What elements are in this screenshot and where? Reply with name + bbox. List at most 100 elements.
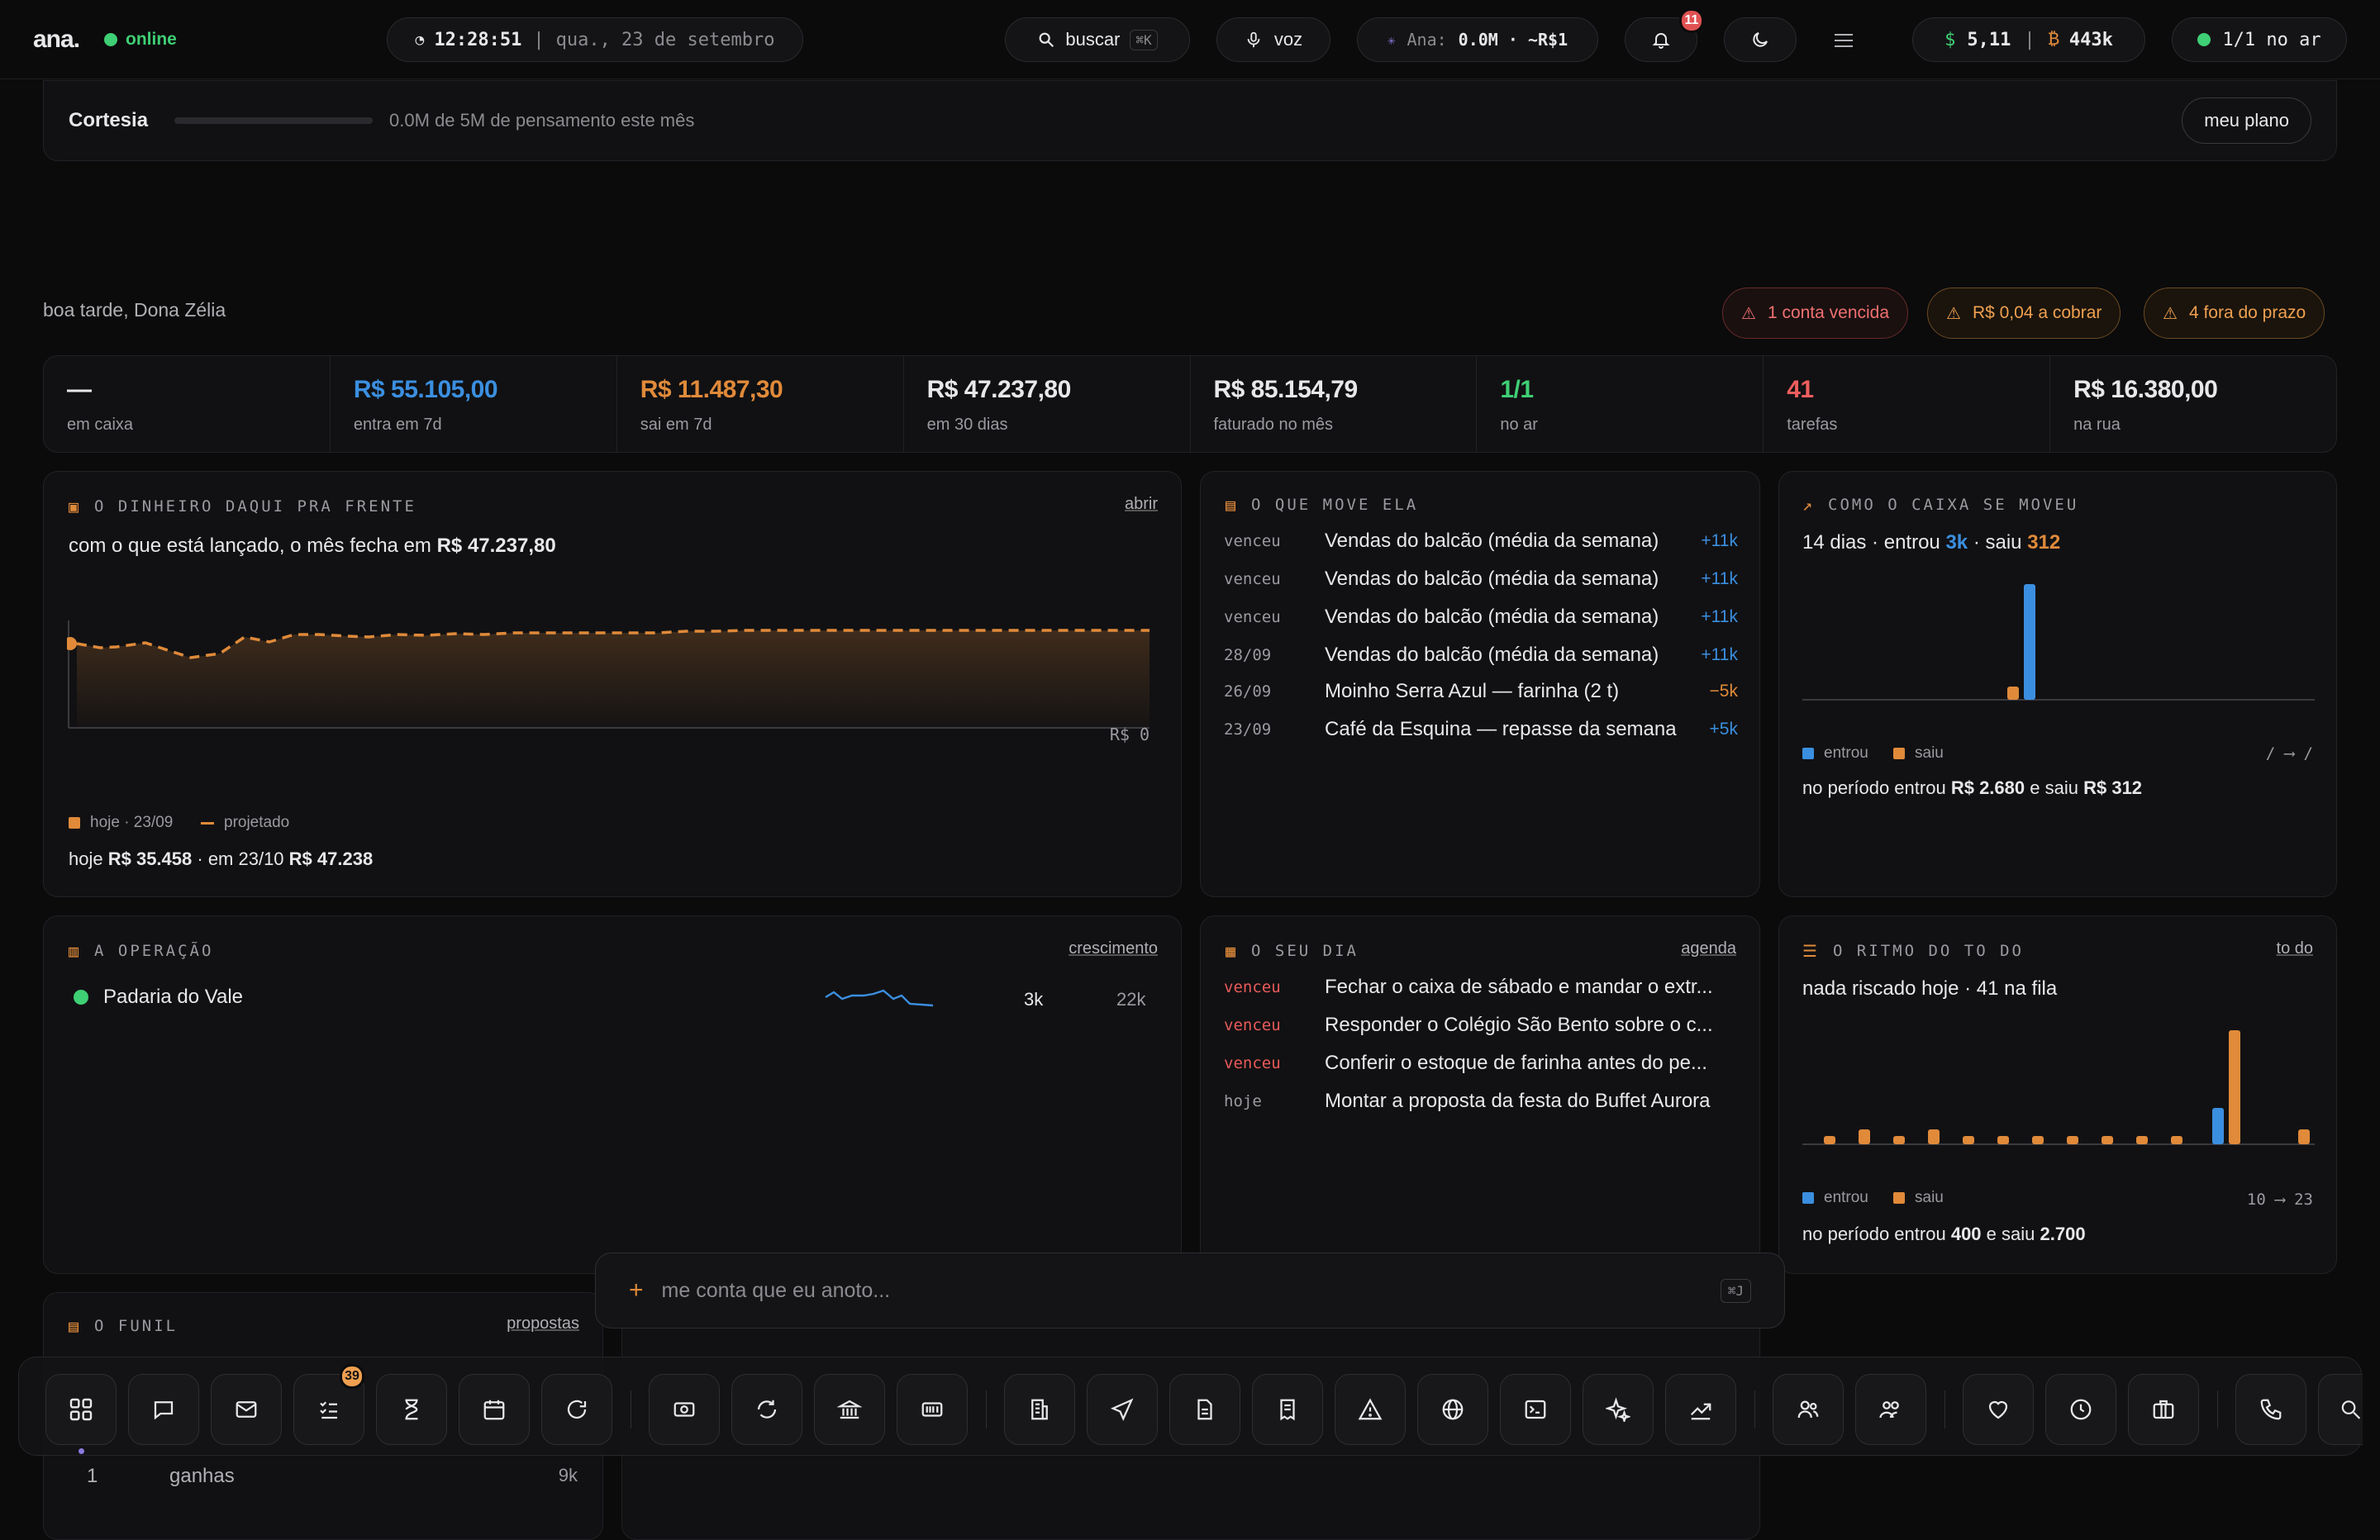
menu-button[interactable] bbox=[1835, 28, 1859, 53]
mover-row[interactable]: venceu Vendas do balcão (média da semana)… bbox=[1224, 530, 1738, 553]
day-task-row[interactable]: venceu Fechar o caixa de sábado e mandar … bbox=[1224, 976, 1738, 999]
dock-refresh[interactable] bbox=[541, 1374, 612, 1445]
dock-history[interactable] bbox=[2045, 1374, 2116, 1445]
operation-business-row[interactable]: Padaria do Vale bbox=[74, 986, 243, 1009]
todo-bar-out[interactable] bbox=[1928, 1129, 1940, 1144]
dock-alerts[interactable] bbox=[1335, 1374, 1406, 1445]
dock-send[interactable] bbox=[1087, 1374, 1158, 1445]
day-section-title: ▦ O SEU DIA bbox=[1226, 941, 1359, 961]
todo-bar-out[interactable] bbox=[2229, 1030, 2240, 1144]
cashflow-bar-in[interactable] bbox=[2024, 584, 2035, 700]
dock-terminal[interactable] bbox=[1500, 1374, 1571, 1445]
todo-bar-out[interactable] bbox=[2298, 1129, 2310, 1144]
kpi-label: em caixa bbox=[67, 416, 134, 434]
day-agenda-link[interactable]: agenda bbox=[1681, 939, 1736, 958]
forecast-headline: com o que está lançado, o mês fecha em R… bbox=[69, 535, 556, 558]
dock-transfers[interactable] bbox=[731, 1374, 802, 1445]
balance-usd: 5,11 bbox=[1967, 29, 2011, 50]
todo-bar-out[interactable] bbox=[2067, 1136, 2078, 1144]
kpi-tasks[interactable]: 41 tarefas bbox=[1764, 356, 2051, 452]
dock-cash[interactable] bbox=[649, 1374, 720, 1445]
dock-voice-search[interactable] bbox=[2318, 1374, 2363, 1445]
todo-bar-out[interactable] bbox=[2102, 1136, 2113, 1144]
day-task-row[interactable]: venceu Responder o Colégio São Bento sobr… bbox=[1224, 1014, 1738, 1037]
todo-link[interactable]: to do bbox=[2277, 939, 2313, 958]
cashflow-footer-in: R$ 2.680 bbox=[1950, 777, 2025, 798]
todo-bar-out[interactable] bbox=[1859, 1129, 1870, 1144]
alert-to-collect[interactable]: ⚠ R$ 0,04 a cobrar bbox=[1927, 288, 2121, 339]
air-status-pill[interactable]: 1/1 no ar bbox=[2172, 17, 2347, 62]
kpi-30-days[interactable]: R$ 47.237,80 em 30 dias bbox=[904, 356, 1191, 452]
dock-contacts[interactable] bbox=[1773, 1374, 1844, 1445]
dock-chat[interactable] bbox=[128, 1374, 199, 1445]
theme-toggle[interactable] bbox=[1724, 17, 1797, 62]
kpi-on-air[interactable]: 1/1 no ar bbox=[1477, 356, 1764, 452]
dock-work[interactable] bbox=[2128, 1374, 2199, 1445]
mover-row[interactable]: 26/09 Moinho Serra Azul — farinha (2 t) −5… bbox=[1224, 680, 1738, 703]
dock-company[interactable] bbox=[1004, 1374, 1075, 1445]
warning-icon: ⚠ bbox=[2163, 304, 2178, 323]
operation-growth-link[interactable]: crescimento bbox=[1069, 939, 1158, 958]
dock-mail[interactable] bbox=[211, 1374, 282, 1445]
kpi-receivable[interactable]: R$ 16.380,00 na rua bbox=[2050, 356, 2336, 452]
mover-name: Vendas do balcão (média da semana) bbox=[1325, 644, 1659, 666]
search-shortcut: ⌘K bbox=[1130, 29, 1158, 50]
clock-date: qua., 23 de setembro bbox=[555, 29, 775, 50]
dock-dashboard[interactable] bbox=[45, 1374, 117, 1445]
dock-growth[interactable] bbox=[1665, 1374, 1736, 1445]
voice-button[interactable]: voz bbox=[1216, 17, 1330, 62]
dock-documents[interactable] bbox=[1169, 1374, 1240, 1445]
dock-invoices[interactable] bbox=[1252, 1374, 1323, 1445]
ana-usage-pill[interactable]: ✳ Ana: 0.0M · ~R$1 bbox=[1357, 17, 1598, 62]
dock-ai[interactable] bbox=[1583, 1374, 1654, 1445]
app-logo[interactable]: ana. bbox=[33, 26, 80, 54]
quick-note-input[interactable]: + me conta que eu anoto... ⌘J bbox=[595, 1252, 1785, 1328]
cashflow-bar-out[interactable] bbox=[2007, 687, 2019, 700]
day-task-row[interactable]: hoje Montar a proposta da festa do Buffet… bbox=[1224, 1090, 1738, 1113]
dock-barcode[interactable] bbox=[897, 1374, 968, 1445]
search-button[interactable]: buscar ⌘K bbox=[1005, 17, 1190, 62]
forecast-today-marker[interactable] bbox=[67, 637, 77, 650]
dock-phone[interactable] bbox=[2235, 1374, 2306, 1445]
mover-row[interactable]: venceu Vendas do balcão (média da semana)… bbox=[1224, 568, 1738, 591]
dock-calendar[interactable] bbox=[459, 1374, 530, 1445]
todo-bar-in[interactable] bbox=[2212, 1108, 2224, 1144]
todo-bar-out[interactable] bbox=[1893, 1136, 1905, 1144]
mover-row[interactable]: venceu Vendas do balcão (média da semana)… bbox=[1224, 606, 1738, 629]
todo-bar-out[interactable] bbox=[2136, 1136, 2148, 1144]
dock-team[interactable] bbox=[1855, 1374, 1926, 1445]
mover-row[interactable]: 28/09 Vendas do balcão (média da semana) +… bbox=[1224, 644, 1738, 667]
dock-separator bbox=[1944, 1390, 1945, 1428]
balance-pill[interactable]: $ 5,11 | ₿ 443k bbox=[1912, 17, 2145, 62]
todo-bar-out[interactable] bbox=[2032, 1136, 2044, 1144]
dock-web[interactable] bbox=[1417, 1374, 1488, 1445]
kpi-billed-month[interactable]: R$ 85.154,79 faturado no mês bbox=[1191, 356, 1478, 452]
kpi-incoming-7d[interactable]: R$ 55.105,00 entra em 7d bbox=[331, 356, 617, 452]
todo-bar-out[interactable] bbox=[1963, 1136, 1974, 1144]
dock-timer[interactable] bbox=[376, 1374, 447, 1445]
todo-bar-out[interactable] bbox=[1997, 1136, 2009, 1144]
money-icon: ▣ bbox=[69, 497, 82, 516]
alert-overdue-account[interactable]: ⚠ 1 conta vencida bbox=[1722, 288, 1909, 339]
alert-late[interactable]: ⚠ 4 fora do prazo bbox=[2144, 288, 2325, 339]
checklist-icon: ☰ bbox=[1802, 941, 1820, 961]
my-plan-button[interactable]: meu plano bbox=[2182, 97, 2311, 144]
todo-bar-out[interactable] bbox=[2171, 1136, 2182, 1144]
kpi-outgoing-7d[interactable]: R$ 11.487,30 sai em 7d bbox=[617, 356, 904, 452]
online-status-label: online bbox=[126, 29, 177, 49]
funnel-proposals-link[interactable]: propostas bbox=[507, 1314, 579, 1333]
dock-bank[interactable] bbox=[814, 1374, 885, 1445]
kpi-cash[interactable]: — em caixa bbox=[44, 356, 331, 452]
kpi-label: no ar bbox=[1500, 416, 1538, 434]
kpi-value: — bbox=[67, 376, 92, 403]
day-task-row[interactable]: venceu Conferir o estoque de farinha ante… bbox=[1224, 1052, 1738, 1075]
forecast-footer-end: R$ 47.238 bbox=[288, 848, 374, 869]
forecast-open-link[interactable]: abrir bbox=[1125, 495, 1158, 514]
todo-bar-out[interactable] bbox=[1824, 1136, 1835, 1144]
kpi-label: sai em 7d bbox=[640, 416, 712, 434]
clock-pill[interactable]: ◔ 12:28:51 | qua., 23 de setembro bbox=[387, 17, 803, 62]
todo-headline: nada riscado hoje · 41 na fila bbox=[1802, 977, 2058, 1000]
dock-favorites[interactable] bbox=[1963, 1374, 2034, 1445]
mover-amount: +5k bbox=[1709, 720, 1738, 739]
mover-row[interactable]: 23/09 Café da Esquina — repasse da semana… bbox=[1224, 718, 1738, 741]
